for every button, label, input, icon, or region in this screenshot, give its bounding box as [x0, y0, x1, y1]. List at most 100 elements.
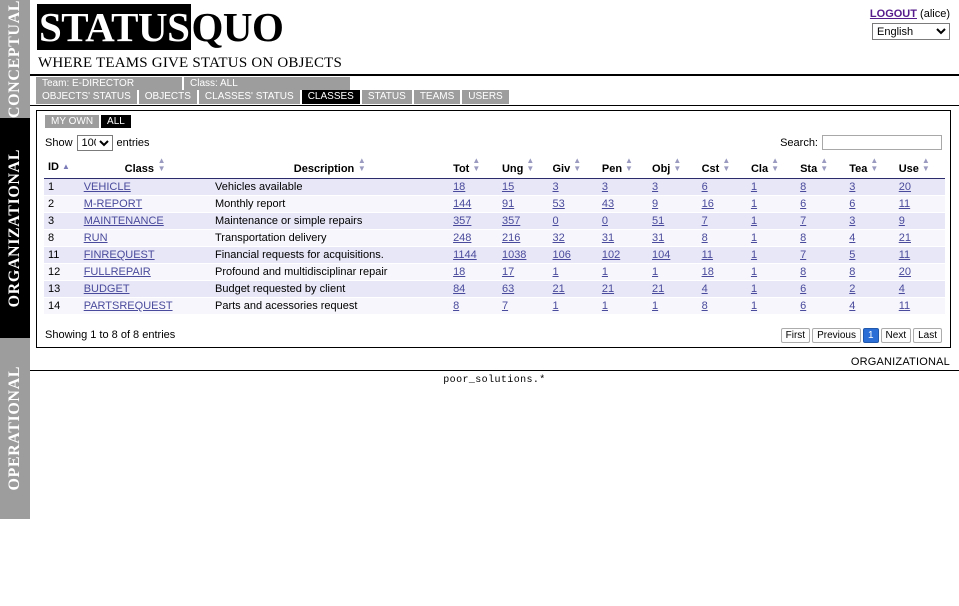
column-header-giv[interactable]: Giv▲▼ — [549, 155, 598, 179]
count-link-obj[interactable]: 31 — [652, 232, 664, 244]
count-link-sta[interactable]: 7 — [800, 215, 806, 227]
column-header-description[interactable]: Description▲▼ — [211, 155, 449, 179]
tab-classes-status[interactable]: CLASSES' STATUS — [199, 90, 302, 104]
count-link-giv[interactable]: 3 — [553, 181, 559, 193]
class-link[interactable]: MAINTENANCE — [84, 215, 164, 227]
pagination-next[interactable]: Next — [881, 328, 912, 343]
count-link-sta[interactable]: 8 — [800, 266, 806, 278]
class-link[interactable]: FULLREPAIR — [84, 266, 151, 278]
count-link-cla[interactable]: 1 — [751, 215, 757, 227]
count-link-cst[interactable]: 8 — [702, 300, 708, 312]
count-link-obj[interactable]: 3 — [652, 181, 658, 193]
class-link[interactable]: PARTSREQUEST — [84, 300, 173, 312]
count-link-pen[interactable]: 0 — [602, 215, 608, 227]
tab-teams[interactable]: TEAMS — [414, 90, 462, 104]
column-header-tea[interactable]: Tea▲▼ — [845, 155, 894, 179]
column-header-cst[interactable]: Cst▲▼ — [698, 155, 747, 179]
sort-none-icon[interactable]: ▲▼ — [771, 157, 780, 173]
count-link-pen[interactable]: 21 — [602, 283, 614, 295]
count-link-sta[interactable]: 6 — [800, 300, 806, 312]
count-link-tea[interactable]: 6 — [849, 198, 855, 210]
count-link-sta[interactable]: 7 — [800, 249, 806, 261]
count-link-cla[interactable]: 1 — [751, 198, 757, 210]
column-header-class[interactable]: Class▲▼ — [80, 155, 211, 179]
count-link-tot[interactable]: 18 — [453, 266, 465, 278]
count-link-tot[interactable]: 8 — [453, 300, 459, 312]
tab-objects-status[interactable]: OBJECTS' STATUS — [36, 90, 139, 104]
count-link-cst[interactable]: 11 — [702, 249, 713, 261]
count-link-giv[interactable]: 0 — [553, 215, 559, 227]
column-header-use[interactable]: Use▲▼ — [895, 155, 945, 179]
subtab-all[interactable]: ALL — [101, 115, 133, 128]
count-link-giv[interactable]: 1 — [553, 300, 559, 312]
column-header-ung[interactable]: Ung▲▼ — [498, 155, 549, 179]
rail-item-conceptual[interactable]: CONCEPTUAL — [0, 0, 30, 118]
count-link-cst[interactable]: 16 — [702, 198, 714, 210]
count-link-pen[interactable]: 102 — [602, 249, 620, 261]
count-link-pen[interactable]: 1 — [602, 300, 608, 312]
count-link-pen[interactable]: 43 — [602, 198, 614, 210]
count-link-giv[interactable]: 1 — [553, 266, 559, 278]
count-link-tea[interactable]: 2 — [849, 283, 855, 295]
count-link-obj[interactable]: 104 — [652, 249, 670, 261]
logout-link[interactable]: LOGOUT — [870, 8, 917, 20]
sort-none-icon[interactable]: ▲▼ — [673, 157, 682, 173]
subtab-my-own[interactable]: MY OWN — [45, 115, 101, 128]
count-link-cla[interactable]: 1 — [751, 300, 757, 312]
pagination-previous[interactable]: Previous — [812, 328, 861, 343]
rail-item-operational[interactable]: OPERATIONAL — [0, 338, 30, 519]
count-link-ung[interactable]: 91 — [502, 198, 514, 210]
tab-classes[interactable]: CLASSES — [302, 90, 362, 104]
count-link-obj[interactable]: 1 — [652, 300, 658, 312]
sort-none-icon[interactable]: ▲▼ — [157, 157, 166, 173]
column-header-pen[interactable]: Pen▲▼ — [598, 155, 648, 179]
count-link-tot[interactable]: 18 — [453, 181, 465, 193]
count-link-cla[interactable]: 1 — [751, 283, 757, 295]
class-link[interactable]: RUN — [84, 232, 108, 244]
column-header-tot[interactable]: Tot▲▼ — [449, 155, 498, 179]
page-length-select[interactable]: 102550100 — [77, 135, 113, 151]
count-link-sta[interactable]: 8 — [800, 232, 806, 244]
count-link-tea[interactable]: 4 — [849, 232, 855, 244]
tab-users[interactable]: USERS — [462, 90, 510, 104]
class-link[interactable]: VEHICLE — [84, 181, 131, 193]
column-header-id[interactable]: ID▲ — [44, 155, 80, 179]
count-link-use[interactable]: 11 — [899, 300, 910, 312]
count-link-obj[interactable]: 51 — [652, 215, 664, 227]
count-link-tea[interactable]: 4 — [849, 300, 855, 312]
count-link-pen[interactable]: 31 — [602, 232, 614, 244]
count-link-pen[interactable]: 3 — [602, 181, 608, 193]
count-link-giv[interactable]: 21 — [553, 283, 565, 295]
sort-none-icon[interactable]: ▲▼ — [472, 157, 481, 173]
count-link-giv[interactable]: 32 — [553, 232, 565, 244]
column-header-obj[interactable]: Obj▲▼ — [648, 155, 698, 179]
count-link-tot[interactable]: 84 — [453, 283, 465, 295]
count-link-tot[interactable]: 248 — [453, 232, 471, 244]
count-link-ung[interactable]: 17 — [502, 266, 514, 278]
tab-status[interactable]: STATUS — [362, 90, 414, 104]
sort-ascending-icon[interactable]: ▲ — [62, 163, 71, 171]
search-input[interactable] — [822, 135, 942, 150]
count-link-use[interactable]: 11 — [899, 249, 910, 261]
count-link-cst[interactable]: 18 — [702, 266, 714, 278]
column-header-sta[interactable]: Sta▲▼ — [796, 155, 845, 179]
count-link-sta[interactable]: 6 — [800, 198, 806, 210]
class-link[interactable]: FINREQUEST — [84, 249, 155, 261]
language-select[interactable]: English — [872, 23, 950, 40]
count-link-cst[interactable]: 7 — [702, 215, 708, 227]
count-link-ung[interactable]: 216 — [502, 232, 520, 244]
count-link-sta[interactable]: 6 — [800, 283, 806, 295]
count-link-ung[interactable]: 1038 — [502, 249, 526, 261]
pagination-1[interactable]: 1 — [863, 328, 879, 343]
count-link-use[interactable]: 4 — [899, 283, 905, 295]
count-link-giv[interactable]: 106 — [553, 249, 571, 261]
count-link-cst[interactable]: 6 — [702, 181, 708, 193]
sort-none-icon[interactable]: ▲▼ — [573, 157, 582, 173]
sort-none-icon[interactable]: ▲▼ — [870, 157, 879, 173]
sort-none-icon[interactable]: ▲▼ — [625, 157, 634, 173]
count-link-cst[interactable]: 8 — [702, 232, 708, 244]
sort-none-icon[interactable]: ▲▼ — [357, 157, 366, 173]
column-header-cla[interactable]: Cla▲▼ — [747, 155, 796, 179]
tab-objects[interactable]: OBJECTS — [139, 90, 199, 104]
count-link-use[interactable]: 11 — [899, 198, 910, 210]
